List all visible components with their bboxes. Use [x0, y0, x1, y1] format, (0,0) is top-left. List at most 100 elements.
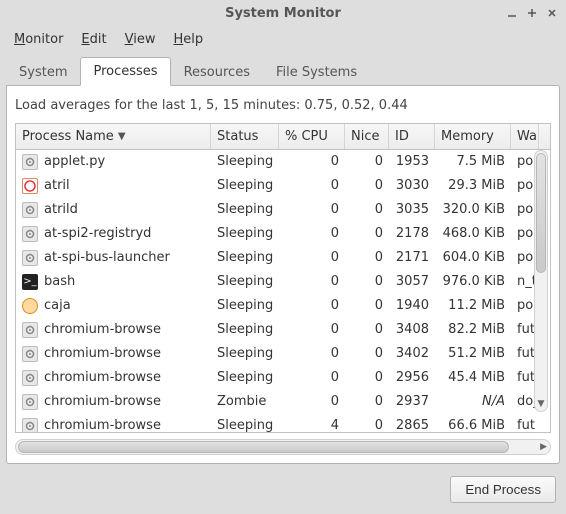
cell-process-name: atril [16, 175, 211, 197]
minimize-button[interactable] [504, 5, 520, 21]
cell-nice: 0 [345, 271, 389, 292]
cell-memory: N/A [435, 391, 511, 412]
processes-panel: Load averages for the last 1, 5, 15 minu… [6, 85, 560, 464]
maximize-button[interactable] [524, 5, 540, 21]
col-label: Process Name [22, 129, 114, 144]
table-header: Process Name ▼ Status % CPU Nice ID Memo… [16, 124, 550, 150]
cell-cpu: 0 [279, 175, 345, 196]
document-icon [22, 178, 38, 194]
cell-nice: 0 [345, 223, 389, 244]
process-name: chromium-browse [44, 418, 161, 432]
cell-memory: 82.2 MiB [435, 319, 511, 340]
cell-status: Sleeping [211, 223, 279, 244]
window-title: System Monitor [225, 6, 341, 21]
cell-cpu: 0 [279, 247, 345, 268]
menu-help[interactable]: Help [165, 29, 211, 50]
table-row[interactable]: at-spi2-registrydSleeping002178468.0 KiB… [16, 222, 550, 246]
menu-view[interactable]: View [117, 29, 164, 50]
table-row[interactable]: atrilSleeping00303029.3 MiBpol [16, 174, 550, 198]
cell-status: Sleeping [211, 295, 279, 316]
tab-processes[interactable]: Processes [80, 57, 170, 86]
process-name: at-spi-bus-launcher [44, 250, 170, 265]
table-row[interactable]: chromium-browseSleeping00340882.2 MiBfut [16, 318, 550, 342]
process-name: atrild [44, 202, 78, 217]
process-name: atril [44, 178, 70, 193]
menu-monitor[interactable]: Monitor [6, 29, 71, 50]
cell-id: 2865 [389, 415, 435, 432]
menu-edit[interactable]: Edit [73, 29, 114, 50]
cell-cpu: 0 [279, 391, 345, 412]
cell-cpu: 0 [279, 199, 345, 220]
table-row[interactable]: chromium-browseSleeping40286566.6 MiBfut [16, 414, 550, 432]
table-row[interactable]: at-spi-bus-launcherSleeping002171604.0 K… [16, 246, 550, 270]
tab-system[interactable]: System [6, 58, 80, 86]
col-id[interactable]: ID [389, 124, 435, 149]
process-name: applet.py [44, 154, 105, 169]
table-row[interactable]: chromium-browseZombie002937N/Ado_ [16, 390, 550, 414]
vertical-scrollbar[interactable]: ▼ [534, 150, 548, 412]
process-icon [22, 370, 38, 386]
cell-nice: 0 [345, 151, 389, 172]
cell-nice: 0 [345, 343, 389, 364]
cell-process-name: chromium-browse [16, 391, 211, 413]
tab-resources[interactable]: Resources [171, 58, 263, 86]
end-process-button[interactable]: End Process [450, 476, 556, 503]
cell-process-name: at-spi2-registryd [16, 223, 211, 245]
process-icon [22, 346, 38, 362]
cell-process-name: chromium-browse [16, 415, 211, 433]
process-name: bash [44, 274, 75, 289]
cell-nice: 0 [345, 295, 389, 316]
cell-nice: 0 [345, 199, 389, 220]
process-icon [22, 250, 38, 266]
cell-process-name: atrild [16, 199, 211, 221]
scroll-thumb[interactable] [536, 153, 546, 273]
cell-process-name: caja [16, 295, 211, 317]
cell-memory: 11.2 MiB [435, 295, 511, 316]
scroll-right-icon[interactable]: ▶ [540, 440, 547, 454]
cell-status: Zombie [211, 391, 279, 412]
cell-id: 2937 [389, 391, 435, 412]
table-row[interactable]: applet.pySleeping0019537.5 MiBpol [16, 150, 550, 174]
tab-filesystems[interactable]: File Systems [263, 58, 370, 86]
sort-indicator-icon: ▼ [118, 131, 126, 142]
process-name: chromium-browse [44, 322, 161, 337]
cell-cpu: 0 [279, 271, 345, 292]
col-cpu[interactable]: % CPU [279, 124, 345, 149]
cell-nice: 0 [345, 391, 389, 412]
scroll-thumb[interactable] [18, 441, 509, 453]
process-name: at-spi2-registryd [44, 226, 151, 241]
table-row[interactable]: >_bashSleeping003057976.0 KiBn_t [16, 270, 550, 294]
table-row[interactable]: cajaSleeping00194011.2 MiBpol [16, 294, 550, 318]
scroll-down-icon[interactable]: ▼ [535, 399, 547, 409]
cell-memory: 7.5 MiB [435, 151, 511, 172]
horizontal-scrollbar[interactable]: ▶ [15, 439, 551, 455]
cell-nice: 0 [345, 247, 389, 268]
col-waiting[interactable]: Wa [511, 124, 539, 149]
cell-nice: 0 [345, 319, 389, 340]
col-status[interactable]: Status [211, 124, 279, 149]
table-row[interactable]: chromium-browseSleeping00340251.2 MiBfut [16, 342, 550, 366]
close-button[interactable] [544, 5, 560, 21]
col-process-name[interactable]: Process Name ▼ [16, 124, 211, 149]
cell-memory: 320.0 KiB [435, 199, 511, 220]
process-icon [22, 394, 38, 410]
table-row[interactable]: chromium-browseSleeping00295645.4 MiBfut [16, 366, 550, 390]
cell-status: Sleeping [211, 319, 279, 340]
cell-cpu: 0 [279, 151, 345, 172]
col-nice[interactable]: Nice [345, 124, 389, 149]
col-memory[interactable]: Memory [435, 124, 511, 149]
cell-memory: 468.0 KiB [435, 223, 511, 244]
table-body[interactable]: applet.pySleeping0019537.5 MiBpolatrilSl… [16, 150, 550, 432]
process-icon [22, 202, 38, 218]
cell-status: Sleeping [211, 415, 279, 432]
tabstrip: System Processes Resources File Systems [0, 52, 566, 85]
cell-process-name: >_bash [16, 271, 211, 293]
cell-status: Sleeping [211, 199, 279, 220]
folder-icon [22, 298, 38, 314]
cell-status: Sleeping [211, 367, 279, 388]
cell-cpu: 4 [279, 415, 345, 432]
cell-cpu: 0 [279, 223, 345, 244]
table-row[interactable]: atrildSleeping003035320.0 KiBpol [16, 198, 550, 222]
cell-id: 3035 [389, 199, 435, 220]
cell-status: Sleeping [211, 151, 279, 172]
